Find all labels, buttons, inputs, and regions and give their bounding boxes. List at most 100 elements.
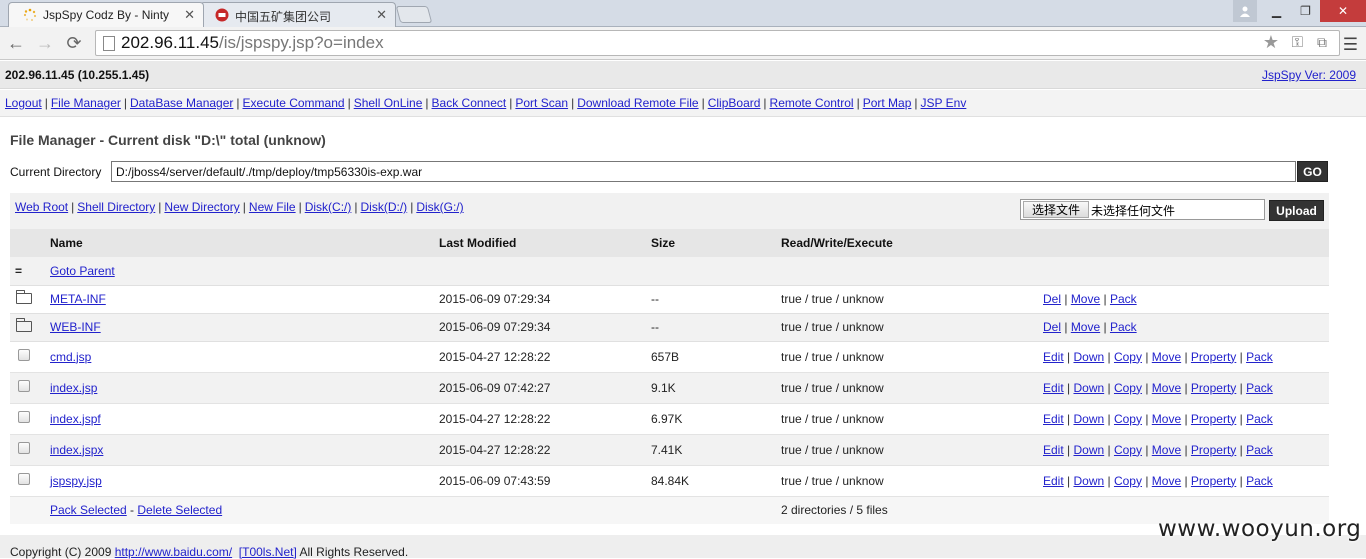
menu-item-logout[interactable]: Logout bbox=[5, 96, 42, 110]
quick-link-web-root[interactable]: Web Root bbox=[15, 200, 68, 214]
file-name-link[interactable]: index.jspf bbox=[50, 412, 101, 426]
action-copy[interactable]: Copy bbox=[1114, 412, 1142, 426]
action-edit[interactable]: Edit bbox=[1043, 412, 1064, 426]
quick-link-new-file[interactable]: New File bbox=[249, 200, 296, 214]
action-down[interactable]: Down bbox=[1073, 350, 1104, 364]
rwx-cell: true / true / unknow bbox=[781, 434, 1043, 466]
delete-selected-link[interactable]: Delete Selected bbox=[137, 503, 222, 517]
action-pack[interactable]: Pack bbox=[1246, 412, 1273, 426]
menu-item-port-scan[interactable]: Port Scan bbox=[515, 96, 568, 110]
menu-item-execute-command[interactable]: Execute Command bbox=[243, 96, 345, 110]
action-del[interactable]: Del bbox=[1043, 320, 1061, 334]
action-property[interactable]: Property bbox=[1191, 474, 1236, 488]
action-pack[interactable]: Pack bbox=[1110, 320, 1137, 334]
version-link[interactable]: JspSpy Ver: 2009 bbox=[1262, 68, 1356, 82]
file-checkbox[interactable] bbox=[18, 473, 30, 485]
restore-icon[interactable]: ❐ bbox=[1291, 0, 1320, 22]
pack-selected-link[interactable]: Pack Selected bbox=[50, 503, 127, 517]
row-actions: Edit | Down | Copy | Move | Property | P… bbox=[1043, 341, 1329, 373]
reload-icon[interactable]: ⟳ bbox=[62, 32, 86, 54]
choose-file-button[interactable]: 选择文件 bbox=[1023, 201, 1090, 218]
action-move[interactable]: Move bbox=[1071, 320, 1100, 334]
url-text[interactable]: 202.96.11.45/is/jspspy.jsp?o=index bbox=[121, 33, 384, 53]
current-directory-input[interactable] bbox=[111, 161, 1296, 182]
go-button[interactable]: GO bbox=[1297, 161, 1328, 182]
action-pack[interactable]: Pack bbox=[1246, 350, 1273, 364]
file-checkbox[interactable] bbox=[18, 411, 30, 423]
action-down[interactable]: Down bbox=[1073, 381, 1104, 395]
action-pack[interactable]: Pack bbox=[1110, 292, 1137, 306]
file-picker[interactable]: 选择文件 未选择任何文件 bbox=[1020, 199, 1265, 220]
action-copy[interactable]: Copy bbox=[1114, 350, 1142, 364]
file-name-link[interactable]: cmd.jsp bbox=[50, 350, 91, 364]
file-name-link[interactable]: index.jsp bbox=[50, 381, 97, 395]
action-property[interactable]: Property bbox=[1191, 381, 1236, 395]
action-del[interactable]: Del bbox=[1043, 292, 1061, 306]
menu-item-database-manager[interactable]: DataBase Manager bbox=[130, 96, 233, 110]
action-edit[interactable]: Edit bbox=[1043, 474, 1064, 488]
action-move[interactable]: Move bbox=[1152, 381, 1181, 395]
file-checkbox[interactable] bbox=[18, 442, 30, 454]
user-icon[interactable] bbox=[1233, 0, 1257, 22]
action-move[interactable]: Move bbox=[1152, 474, 1181, 488]
upload-button[interactable]: Upload bbox=[1269, 200, 1324, 221]
action-down[interactable]: Down bbox=[1073, 474, 1104, 488]
action-down[interactable]: Down bbox=[1073, 412, 1104, 426]
action-move[interactable]: Move bbox=[1152, 443, 1181, 457]
action-pack[interactable]: Pack bbox=[1246, 474, 1273, 488]
t00ls-link[interactable]: [T00ls.Net] bbox=[239, 545, 297, 559]
tab-minmetals[interactable]: 中国五矿集团公司 ✕ bbox=[200, 2, 396, 27]
menu-item-shell-online[interactable]: Shell OnLine bbox=[354, 96, 423, 110]
menu-item-download-remote-file[interactable]: Download Remote File bbox=[577, 96, 698, 110]
menu-item-jsp-env[interactable]: JSP Env bbox=[921, 96, 967, 110]
dir-name-link[interactable]: WEB-INF bbox=[50, 320, 101, 334]
action-copy[interactable]: Copy bbox=[1114, 381, 1142, 395]
action-move[interactable]: Move bbox=[1152, 412, 1181, 426]
goto-parent-link[interactable]: Goto Parent bbox=[50, 264, 115, 278]
quick-link-shell-directory[interactable]: Shell Directory bbox=[77, 200, 155, 214]
dir-name-link[interactable]: META-INF bbox=[50, 292, 106, 306]
close-icon[interactable]: ✕ bbox=[184, 7, 195, 23]
baidu-link[interactable]: http://www.baidu.com/ bbox=[115, 545, 232, 559]
menu-item-clipboard[interactable]: ClipBoard bbox=[708, 96, 761, 110]
extension-icon[interactable]: ⚿ bbox=[1292, 34, 1303, 51]
action-copy[interactable]: Copy bbox=[1114, 474, 1142, 488]
action-property[interactable]: Property bbox=[1191, 412, 1236, 426]
action-edit[interactable]: Edit bbox=[1043, 350, 1064, 364]
menu-icon[interactable]: ☰ bbox=[1343, 35, 1358, 55]
action-down[interactable]: Down bbox=[1073, 443, 1104, 457]
close-window-icon[interactable]: ✕ bbox=[1320, 0, 1366, 22]
menu-item-file-manager[interactable]: File Manager bbox=[51, 96, 121, 110]
file-checkbox[interactable] bbox=[18, 349, 30, 361]
action-property[interactable]: Property bbox=[1191, 443, 1236, 457]
back-icon[interactable]: ← bbox=[4, 32, 28, 54]
new-tab-button[interactable] bbox=[395, 6, 433, 23]
separator: | bbox=[1181, 411, 1191, 426]
minimize-icon[interactable]: ▁ bbox=[1262, 0, 1291, 22]
tab-jspspy[interactable]: JspSpy Codz By - Ninty ✕ bbox=[8, 2, 204, 27]
action-move[interactable]: Move bbox=[1152, 350, 1181, 364]
quick-link-disk-c-[interactable]: Disk(C:/) bbox=[305, 200, 352, 214]
file-checkbox[interactable] bbox=[18, 380, 30, 392]
file-name-link[interactable]: jspspy.jsp bbox=[50, 474, 102, 488]
action-pack[interactable]: Pack bbox=[1246, 381, 1273, 395]
translate-icon[interactable]: ⧉ bbox=[1317, 34, 1327, 51]
separator: | bbox=[1104, 473, 1114, 488]
forward-icon[interactable]: → bbox=[33, 32, 57, 54]
action-pack[interactable]: Pack bbox=[1246, 443, 1273, 457]
quick-link-disk-d-[interactable]: Disk(D:/) bbox=[361, 200, 408, 214]
action-edit[interactable]: Edit bbox=[1043, 443, 1064, 457]
action-property[interactable]: Property bbox=[1191, 350, 1236, 364]
quick-link-disk-g-[interactable]: Disk(G:/) bbox=[416, 200, 463, 214]
menu-item-port-map[interactable]: Port Map bbox=[863, 96, 912, 110]
action-copy[interactable]: Copy bbox=[1114, 443, 1142, 457]
menu-item-back-connect[interactable]: Back Connect bbox=[432, 96, 507, 110]
action-edit[interactable]: Edit bbox=[1043, 381, 1064, 395]
action-move[interactable]: Move bbox=[1071, 292, 1100, 306]
close-icon[interactable]: ✕ bbox=[376, 7, 387, 23]
file-name-link[interactable]: index.jspx bbox=[50, 443, 103, 457]
quick-link-new-directory[interactable]: New Directory bbox=[164, 200, 239, 214]
address-bar[interactable]: 202.96.11.45/is/jspspy.jsp?o=index ★ ⚿ ⧉ bbox=[95, 30, 1340, 56]
menu-item-remote-control[interactable]: Remote Control bbox=[770, 96, 854, 110]
bookmark-star-icon[interactable]: ★ bbox=[1263, 32, 1279, 53]
